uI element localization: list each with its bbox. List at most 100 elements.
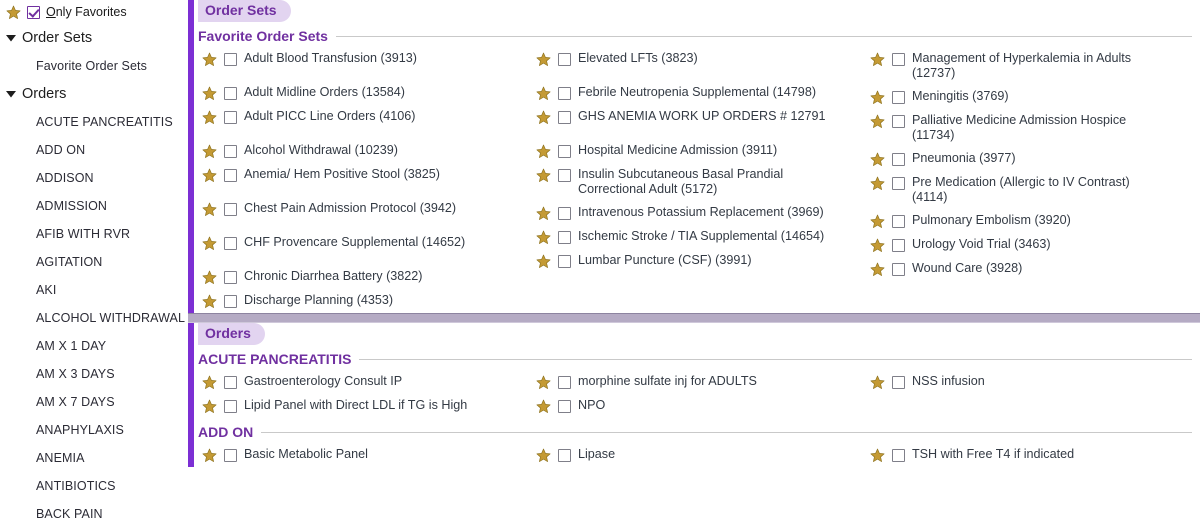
- star-icon[interactable]: [202, 86, 217, 101]
- sidebar-item-agitation[interactable]: AGITATION: [0, 248, 188, 276]
- caret-down-icon[interactable]: [5, 32, 17, 44]
- star-icon[interactable]: [536, 399, 551, 414]
- sidebar-item-favorite-order-sets[interactable]: Favorite Order Sets: [0, 52, 188, 80]
- order-item-checkbox[interactable]: [892, 263, 905, 276]
- order-item-checkbox[interactable]: [558, 87, 571, 100]
- order-item-checkbox[interactable]: [224, 449, 237, 462]
- star-icon[interactable]: [870, 214, 885, 229]
- order-item-checkbox[interactable]: [224, 376, 237, 389]
- order-item-checkbox[interactable]: [558, 111, 571, 124]
- star-icon[interactable]: [870, 114, 885, 129]
- star-icon[interactable]: [202, 52, 217, 67]
- order-item-checkbox[interactable]: [558, 255, 571, 268]
- sidebar-item-am-x-3-days[interactable]: AM X 3 DAYS: [0, 360, 188, 388]
- order-item-row[interactable]: Pulmonary Embolism (3920): [866, 209, 1200, 233]
- star-icon[interactable]: [202, 236, 217, 251]
- sidebar-item-acute-pancreatitis[interactable]: ACUTE PANCREATITIS: [0, 108, 188, 136]
- star-icon[interactable]: [870, 448, 885, 463]
- order-item-row[interactable]: Meningitis (3769): [866, 85, 1200, 109]
- order-item-row[interactable]: Anemia/ Hem Positive Stool (3825): [198, 163, 532, 187]
- order-item-checkbox[interactable]: [892, 376, 905, 389]
- sidebar-group-order-sets[interactable]: Order Sets: [0, 24, 188, 52]
- order-item-row[interactable]: TSH with Free T4 if indicated: [866, 443, 1200, 467]
- order-item-row[interactable]: NPO: [532, 394, 866, 418]
- star-icon[interactable]: [870, 152, 885, 167]
- order-item-row[interactable]: Discharge Planning (4353): [198, 289, 532, 313]
- order-item-checkbox[interactable]: [558, 169, 571, 182]
- only-favorites-checkbox[interactable]: [27, 6, 40, 19]
- star-icon[interactable]: [536, 110, 551, 125]
- star-icon[interactable]: [536, 52, 551, 67]
- order-item-checkbox[interactable]: [224, 295, 237, 308]
- star-icon[interactable]: [870, 52, 885, 67]
- order-item-checkbox[interactable]: [558, 449, 571, 462]
- order-item-row[interactable]: Adult Midline Orders (13584): [198, 81, 532, 105]
- star-icon[interactable]: [536, 206, 551, 221]
- order-item-checkbox[interactable]: [558, 400, 571, 413]
- star-icon[interactable]: [536, 230, 551, 245]
- order-item-row[interactable]: Adult PICC Line Orders (4106): [198, 105, 532, 129]
- order-item-row[interactable]: NSS infusion: [866, 370, 1200, 394]
- order-item-checkbox[interactable]: [224, 169, 237, 182]
- order-item-checkbox[interactable]: [224, 111, 237, 124]
- star-icon[interactable]: [202, 448, 217, 463]
- order-item-checkbox[interactable]: [558, 207, 571, 220]
- order-item-checkbox[interactable]: [224, 237, 237, 250]
- order-item-row[interactable]: Pre Medication (Allergic to IV Contrast)…: [866, 171, 1200, 209]
- order-item-row[interactable]: Febrile Neutropenia Supplemental (14798): [532, 81, 866, 105]
- caret-down-icon[interactable]: [5, 88, 17, 100]
- sidebar-item-aki[interactable]: AKI: [0, 276, 188, 304]
- order-item-checkbox[interactable]: [224, 87, 237, 100]
- star-icon[interactable]: [870, 262, 885, 277]
- sidebar-item-admission[interactable]: ADMISSION: [0, 192, 188, 220]
- order-item-checkbox[interactable]: [558, 53, 571, 66]
- sidebar-item-anemia[interactable]: ANEMIA: [0, 444, 188, 472]
- sidebar-item-addison[interactable]: ADDISON: [0, 164, 188, 192]
- order-item-row[interactable]: Lipid Panel with Direct LDL if TG is Hig…: [198, 394, 532, 418]
- star-icon[interactable]: [202, 202, 217, 217]
- order-item-checkbox[interactable]: [892, 239, 905, 252]
- order-item-checkbox[interactable]: [224, 271, 237, 284]
- order-item-row[interactable]: Lipase: [532, 443, 866, 467]
- star-icon[interactable]: [202, 168, 217, 183]
- order-item-checkbox[interactable]: [558, 145, 571, 158]
- order-item-checkbox[interactable]: [558, 231, 571, 244]
- order-item-row[interactable]: Chronic Diarrhea Battery (3822): [198, 265, 532, 289]
- star-icon[interactable]: [536, 168, 551, 183]
- sidebar-item-antibiotics[interactable]: ANTIBIOTICS: [0, 472, 188, 500]
- order-item-checkbox[interactable]: [224, 203, 237, 216]
- sidebar-item-afib-with-rvr[interactable]: AFIB WITH RVR: [0, 220, 188, 248]
- sidebar-item-alcohol-withdrawal[interactable]: ALCOHOL WITHDRAWAL: [0, 304, 188, 332]
- star-icon[interactable]: [536, 448, 551, 463]
- order-item-row[interactable]: Insulin Subcutaneous Basal Prandial Corr…: [532, 163, 866, 201]
- sidebar-item-back-pain[interactable]: BACK PAIN: [0, 500, 188, 528]
- order-item-row[interactable]: Adult Blood Transfusion (3913): [198, 47, 532, 71]
- star-icon[interactable]: [536, 375, 551, 390]
- star-icon[interactable]: [202, 144, 217, 159]
- order-item-row[interactable]: morphine sulfate inj for ADULTS: [532, 370, 866, 394]
- order-item-checkbox[interactable]: [892, 153, 905, 166]
- order-item-row[interactable]: Intravenous Potassium Replacement (3969): [532, 201, 866, 225]
- star-icon[interactable]: [536, 144, 551, 159]
- order-item-row[interactable]: Ischemic Stroke / TIA Supplemental (1465…: [532, 225, 866, 249]
- star-icon[interactable]: [202, 375, 217, 390]
- order-item-row[interactable]: CHF Provencare Supplemental (14652): [198, 231, 532, 255]
- order-item-row[interactable]: Gastroenterology Consult IP: [198, 370, 532, 394]
- order-item-row[interactable]: Alcohol Withdrawal (10239): [198, 139, 532, 163]
- star-icon[interactable]: [536, 254, 551, 269]
- star-icon[interactable]: [202, 270, 217, 285]
- order-item-checkbox[interactable]: [892, 177, 905, 190]
- order-item-row[interactable]: Lumbar Puncture (CSF) (3991): [532, 249, 866, 273]
- order-item-row[interactable]: Management of Hyperkalemia in Adults (12…: [866, 47, 1200, 85]
- sidebar-item-am-x-7-days[interactable]: AM X 7 DAYS: [0, 388, 188, 416]
- order-item-checkbox[interactable]: [892, 215, 905, 228]
- order-item-checkbox[interactable]: [892, 91, 905, 104]
- sidebar-item-add-on[interactable]: ADD ON: [0, 136, 188, 164]
- sidebar-group-orders[interactable]: Orders: [0, 80, 188, 108]
- order-item-row[interactable]: Hospital Medicine Admission (3911): [532, 139, 866, 163]
- order-item-checkbox[interactable]: [892, 115, 905, 128]
- star-icon[interactable]: [202, 399, 217, 414]
- order-item-row[interactable]: Chest Pain Admission Protocol (3942): [198, 197, 532, 221]
- star-icon[interactable]: [536, 86, 551, 101]
- order-item-row[interactable]: Urology Void Trial (3463): [866, 233, 1200, 257]
